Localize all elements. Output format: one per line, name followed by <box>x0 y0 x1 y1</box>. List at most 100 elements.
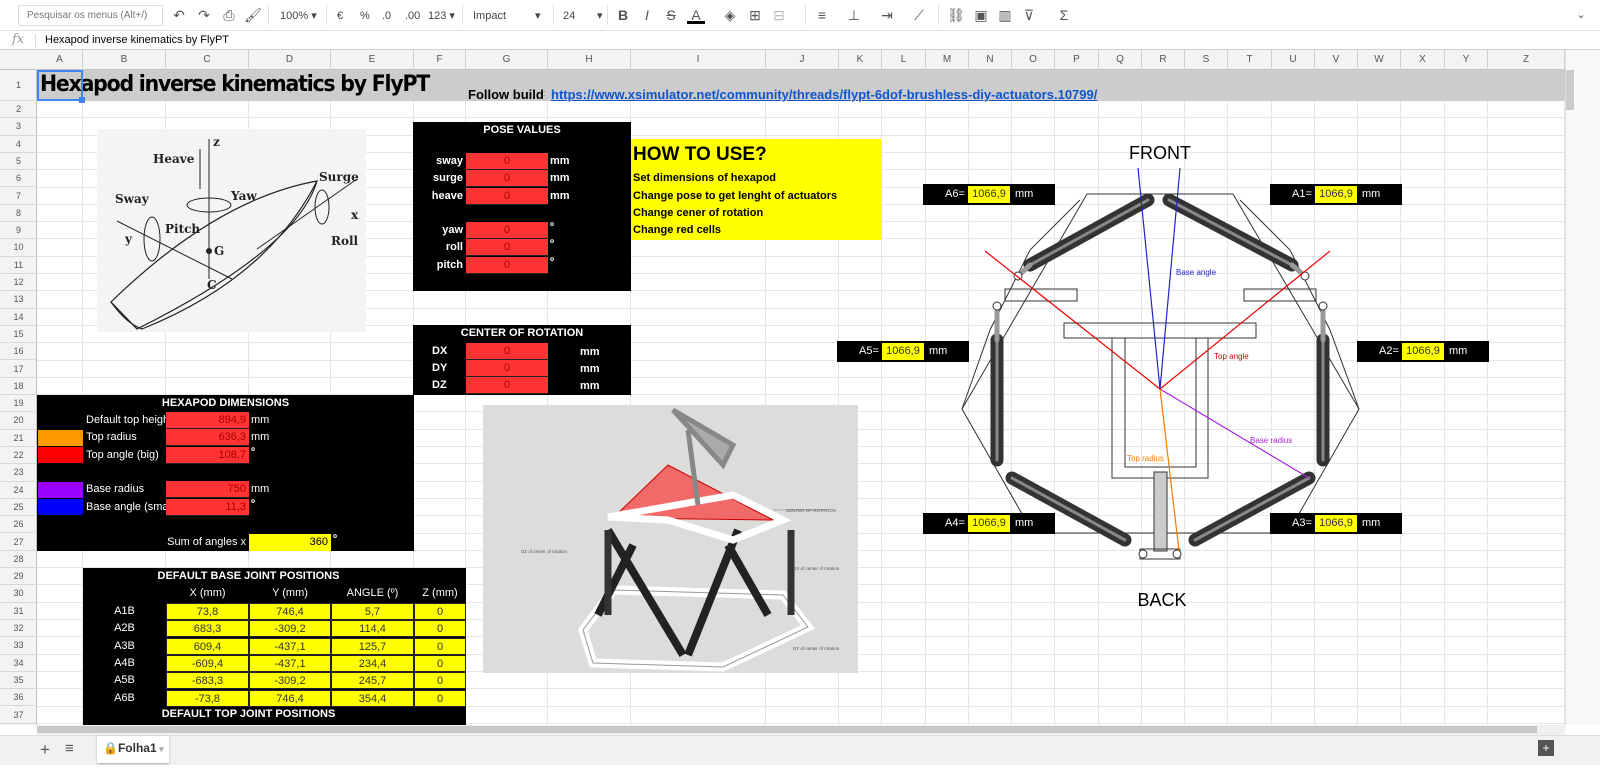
italic-icon[interactable]: I <box>638 6 656 24</box>
text-color-icon[interactable]: A <box>687 6 705 24</box>
redo-icon[interactable]: ↷ <box>195 6 213 24</box>
pose-pitch-input[interactable]: 0 <box>466 257 548 274</box>
row-header-4[interactable]: 4 <box>0 136 37 153</box>
fill-color-icon[interactable]: ◈ <box>721 6 739 24</box>
pose-surge-input[interactable]: 0 <box>466 170 548 187</box>
vertical-scrollbar[interactable] <box>1565 50 1600 725</box>
vertical-scroll-thumb[interactable] <box>1566 70 1574 110</box>
row-header-7[interactable]: 7 <box>0 188 37 205</box>
row-header-34[interactable]: 34 <box>0 655 37 672</box>
strikethrough-icon[interactable]: S <box>662 6 680 24</box>
sheet-tab-folha1[interactable]: 🔒Folha1 ▾ <box>97 736 169 763</box>
explore-icon[interactable]: + <box>1538 740 1554 756</box>
row-header-21[interactable]: 21 <box>0 430 37 447</box>
base-radius-input[interactable]: 750 <box>166 481 249 498</box>
row-header-25[interactable]: 25 <box>0 499 37 517</box>
percent-button[interactable]: % <box>360 7 370 25</box>
row-header-3[interactable]: 3 <box>0 118 37 136</box>
merge-cells-icon[interactable]: ⊟ <box>770 6 788 24</box>
base-angle-input[interactable]: 11,3 <box>166 499 249 516</box>
row-header-23[interactable]: 23 <box>0 464 37 482</box>
vertical-align-icon[interactable]: ⊥ <box>845 6 863 24</box>
column-header-R[interactable]: R <box>1142 50 1185 70</box>
column-header-W[interactable]: W <box>1358 50 1401 70</box>
center-dx-input[interactable]: 0 <box>466 343 548 360</box>
column-header-P[interactable]: P <box>1055 50 1099 70</box>
selected-cell-A1[interactable] <box>37 70 83 101</box>
column-header-Q[interactable]: Q <box>1099 50 1142 70</box>
horizontal-scrollbar[interactable] <box>37 725 1565 735</box>
row-header-26[interactable]: 26 <box>0 516 37 534</box>
chart-icon[interactable]: ▥ <box>996 6 1014 24</box>
pose-roll-input[interactable]: 0 <box>466 239 548 256</box>
row-header-6[interactable]: 6 <box>0 170 37 188</box>
undo-icon[interactable]: ↶ <box>170 6 188 24</box>
menu-search-input[interactable] <box>18 5 163 26</box>
column-header-S[interactable]: S <box>1185 50 1228 70</box>
row-header-9[interactable]: 9 <box>0 222 37 240</box>
row-header-22[interactable]: 22 <box>0 447 37 465</box>
row-header-15[interactable]: 15 <box>0 326 37 344</box>
top-angle-input[interactable]: 108,7 <box>166 447 249 464</box>
bold-icon[interactable]: B <box>614 6 632 24</box>
row-header-29[interactable]: 29 <box>0 568 37 586</box>
row-header-1[interactable]: 1 <box>0 70 37 101</box>
row-header-17[interactable]: 17 <box>0 361 37 378</box>
text-wrap-icon[interactable]: ⇥ <box>878 6 896 24</box>
column-header-J[interactable]: J <box>766 50 839 70</box>
row-header-24[interactable]: 24 <box>0 482 37 499</box>
row-header-19[interactable]: 19 <box>0 395 37 413</box>
decrease-decimals-button[interactable]: .0 <box>382 7 391 25</box>
horizontal-scroll-thumb[interactable] <box>37 726 1537 733</box>
paint-format-icon[interactable]: 🖌 <box>244 6 262 24</box>
row-header-16[interactable]: 16 <box>0 343 37 361</box>
row-header-30[interactable]: 30 <box>0 585 37 603</box>
row-header-10[interactable]: 10 <box>0 239 37 257</box>
center-dz-input[interactable]: 0 <box>466 377 548 394</box>
pose-sway-input[interactable]: 0 <box>466 153 548 170</box>
column-header-H[interactable]: H <box>548 50 631 70</box>
column-header-X[interactable]: X <box>1401 50 1445 70</box>
all-sheets-icon[interactable]: ≡ <box>65 740 74 757</box>
row-header-32[interactable]: 32 <box>0 620 37 638</box>
link-icon[interactable]: ⛓ <box>947 6 965 24</box>
increase-decimals-button[interactable]: .00 <box>405 7 420 25</box>
column-header-L[interactable]: L <box>882 50 926 70</box>
column-header-K[interactable]: K <box>839 50 882 70</box>
add-sheet-icon[interactable]: + <box>40 740 50 760</box>
row-header-12[interactable]: 12 <box>0 274 37 292</box>
row-header-27[interactable]: 27 <box>0 534 37 551</box>
column-header-E[interactable]: E <box>331 50 414 70</box>
align-left-icon[interactable]: ≡ <box>813 6 831 24</box>
column-header-O[interactable]: O <box>1012 50 1055 70</box>
formula-input[interactable]: Hexapod inverse kinematics by FlyPT <box>45 34 229 46</box>
comment-icon[interactable]: ▣ <box>972 6 990 24</box>
column-header-T[interactable]: T <box>1228 50 1272 70</box>
column-header-I[interactable]: I <box>631 50 766 70</box>
print-icon[interactable]: ⎙ <box>220 6 238 24</box>
row-header-36[interactable]: 36 <box>0 689 37 707</box>
column-header-G[interactable]: G <box>466 50 548 70</box>
functions-icon[interactable]: Σ <box>1055 6 1073 24</box>
pose-heave-input[interactable]: 0 <box>466 188 548 205</box>
column-header-B[interactable]: B <box>83 50 166 70</box>
font-select[interactable]: Impact ▾ <box>473 7 543 25</box>
pose-yaw-input[interactable]: 0 <box>466 222 548 239</box>
column-header-U[interactable]: U <box>1272 50 1315 70</box>
column-header-Z[interactable]: Z <box>1488 50 1565 70</box>
row-header-11[interactable]: 11 <box>0 257 37 274</box>
borders-icon[interactable]: ⊞ <box>746 6 764 24</box>
fill-handle[interactable] <box>79 97 85 103</box>
column-header-V[interactable]: V <box>1315 50 1358 70</box>
row-header-14[interactable]: 14 <box>0 309 37 326</box>
row-header-18[interactable]: 18 <box>0 378 37 396</box>
column-header-D[interactable]: D <box>249 50 331 70</box>
column-header-N[interactable]: N <box>969 50 1012 70</box>
currency-button[interactable]: € <box>337 7 343 25</box>
build-link[interactable]: https://www.xsimulator.net/community/thr… <box>551 87 1097 102</box>
center-dy-input[interactable]: 0 <box>466 360 548 377</box>
column-header-A[interactable]: A <box>37 50 83 70</box>
row-header-31[interactable]: 31 <box>0 603 37 620</box>
font-size-select[interactable]: 24 ▾ <box>563 7 603 25</box>
collapse-toolbar-icon[interactable]: ⌄ <box>1572 6 1590 24</box>
